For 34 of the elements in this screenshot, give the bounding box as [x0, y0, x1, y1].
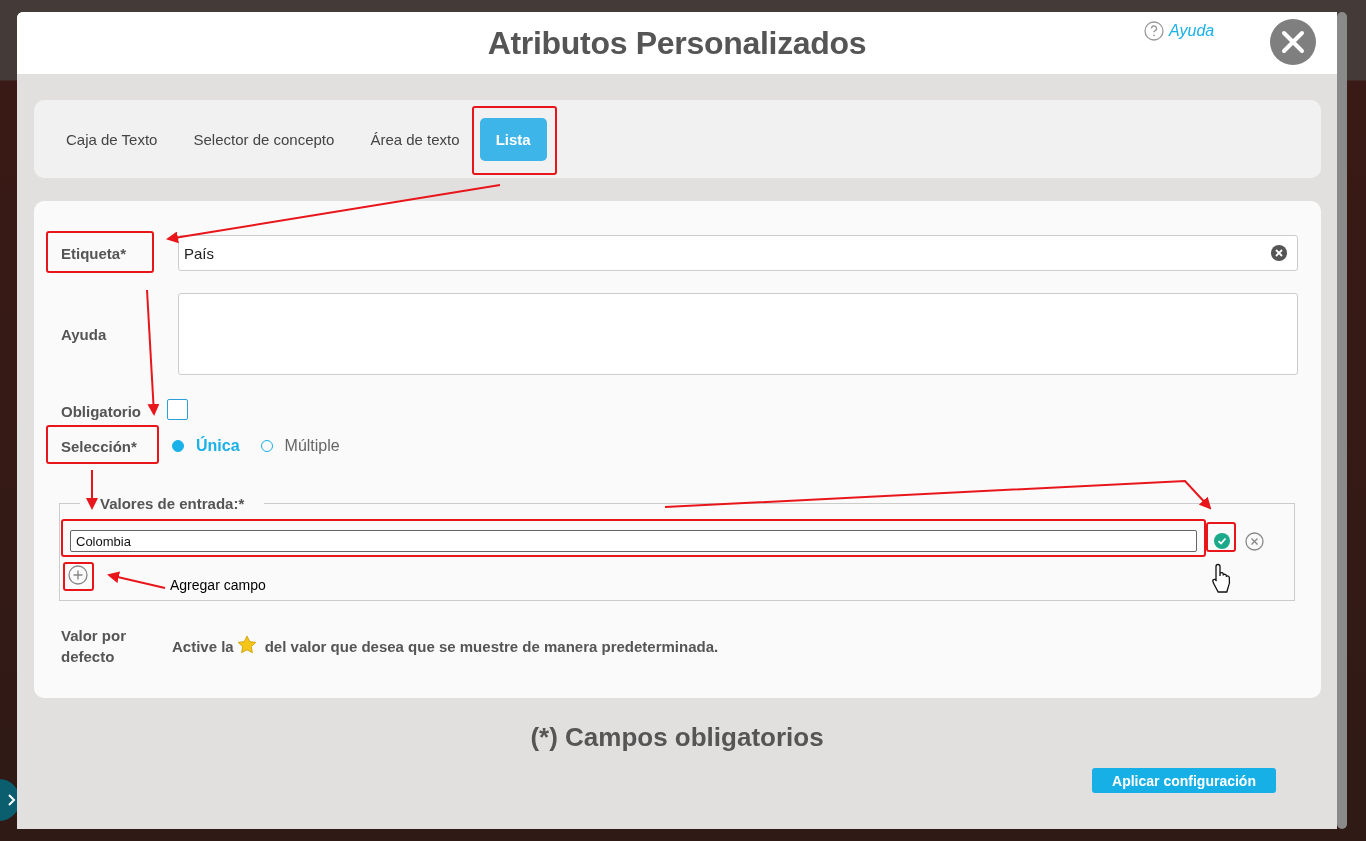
annotation-arrow — [86, 469, 98, 510]
add-field-button[interactable] — [68, 565, 88, 585]
tab[interactable]: Selector de concepto — [193, 119, 335, 159]
star-icon — [236, 634, 257, 654]
radio-label[interactable]: Múltiple — [284, 437, 340, 455]
radio-button[interactable] — [172, 440, 184, 452]
field-label: Ayuda — [61, 325, 108, 343]
text-area[interactable] — [178, 293, 1298, 375]
highlight-frame — [63, 562, 94, 591]
field-label: Selección* — [61, 437, 138, 455]
annotation-note: Agregar campo — [170, 577, 266, 593]
remove-icon[interactable] — [1245, 531, 1264, 551]
annotation-arrow — [107, 571, 166, 589]
plus-icon — [68, 565, 88, 585]
required-note: (*) Campos obligatorios — [530, 722, 824, 752]
help-icon — [1144, 21, 1164, 41]
field-label: Obligatorio — [61, 402, 142, 420]
chevron-icon — [8, 794, 16, 806]
value-input[interactable]: Colombia — [70, 530, 1197, 552]
close-icon — [1281, 30, 1305, 54]
dialog-title: Atributos Personalizados — [487, 24, 867, 62]
hint-text: Active la — [172, 637, 234, 655]
checkbox[interactable] — [167, 399, 188, 420]
confirm-icon[interactable] — [1214, 533, 1230, 549]
close-button[interactable] — [1270, 19, 1316, 65]
clear-icon[interactable] — [1271, 245, 1287, 261]
hint-text: del valor que desea que se muestre de manera predeterminada. — [264, 637, 719, 655]
scrollbar[interactable] — [1337, 12, 1347, 829]
input-field[interactable]: País — [178, 235, 1298, 271]
tab[interactable]: Caja de Texto — [66, 119, 158, 159]
tab[interactable]: Área de texto — [370, 119, 460, 159]
group-legend: Valores de entrada:* — [80, 495, 265, 512]
field-label: Valor por defecto — [61, 626, 128, 667]
field-label: Etiqueta* — [61, 244, 127, 262]
